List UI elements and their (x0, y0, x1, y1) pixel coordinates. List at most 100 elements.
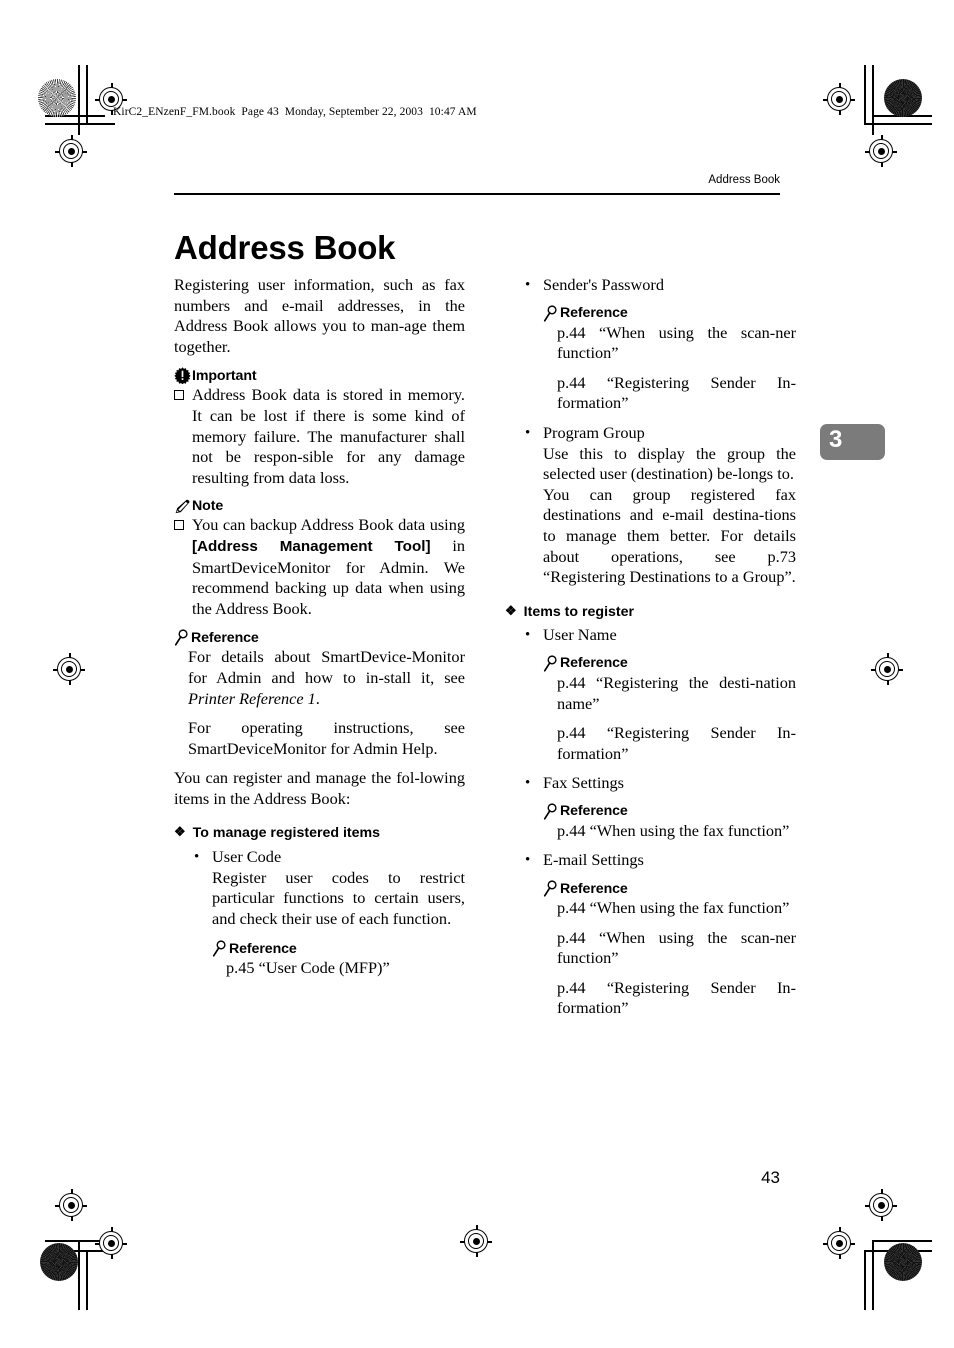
important-heading-label: Important (192, 367, 257, 384)
chapter-tab: 3 (820, 424, 885, 460)
print-density-target-top-left (38, 79, 76, 117)
crop-mark-top-left (45, 65, 125, 145)
reference-magnifier-icon (543, 880, 559, 897)
reference-para-1: For details about SmartDevice-Monitor fo… (188, 647, 465, 709)
nested-reference-user-code: Reference p.45 “User Code (MFP)” (212, 940, 465, 979)
registration-mark-top-right-inner (862, 132, 902, 172)
page-number: 43 (761, 1168, 780, 1187)
reference-heading: Reference (543, 803, 796, 820)
bullet-icon: • (525, 852, 531, 869)
registration-mark-bottom-center (457, 1222, 497, 1262)
print-density-target-bottom-left (40, 1243, 78, 1281)
list-item-title: User Code (212, 847, 282, 867)
reference-heading-label: Reference (560, 655, 628, 672)
reference-entry: p.44 “When using the fax function” (557, 898, 790, 918)
registration-mark-bottom-left (92, 1224, 132, 1264)
note-text-bold: [Address Management Tool] (192, 537, 431, 555)
registration-mark-bottom-right (820, 1224, 860, 1264)
important-heading: Important (174, 367, 465, 385)
important-item-text: Address Book data is stored in memory. I… (192, 385, 465, 487)
list-item: • Program Group Use this to display the … (525, 423, 796, 588)
list-item-title: User Name (543, 625, 617, 645)
crop-mark-bottom-right (850, 1215, 932, 1310)
list-item: • E-mail Settings (525, 850, 796, 871)
reference-para-2: For operating instructions, see SmartDev… (188, 718, 465, 758)
bullet-icon: • (525, 627, 531, 644)
reference-heading: Reference (543, 880, 796, 897)
reference-magnifier-icon (543, 655, 559, 672)
section-heading-items-to-register: ❖ Items to register (505, 602, 796, 623)
list-item-content: User Code Register user codes to restric… (212, 847, 465, 929)
reference-entry: p.44 “Registering the desti-nation name” (557, 672, 796, 713)
list-item: • User Name (525, 625, 796, 646)
reference-magnifier-icon (174, 629, 190, 646)
reference-magnifier-icon (543, 803, 559, 820)
note-item: You can backup Address Book data using [… (174, 515, 465, 619)
registration-mark-right-middle (868, 650, 908, 690)
list-item-content: Program Group Use this to display the gr… (543, 423, 796, 588)
note-text-part1: You can backup Address Book data using (192, 515, 465, 535)
reference-body: For details about SmartDevice-Monitor fo… (188, 647, 465, 759)
note-pencil-icon (174, 499, 191, 514)
reference-heading-label: Reference (560, 880, 628, 897)
print-density-target-bottom-right (884, 1243, 922, 1281)
registration-mark-left-middle (50, 650, 90, 690)
reference-magnifier-icon (543, 305, 559, 322)
nested-reference-email-settings: Reference p.44 “When using the fax funct… (543, 880, 796, 1019)
list-item: • Fax Settings (525, 773, 796, 794)
crop-mark-bottom-left (45, 1215, 125, 1310)
reference-para-1-italic: Printer Reference 1 (188, 688, 316, 708)
reference-entry: p.44 “Registering Sender In-formation” (557, 372, 796, 413)
crop-mark-top-right (850, 65, 932, 145)
reference-entry: p.44 “When using the scan-ner function” (557, 322, 796, 363)
reference-entry: p.44 “Registering Sender In-formation” (557, 723, 796, 763)
section-heading-manage-items: ❖ To manage registered items (174, 823, 465, 844)
reference-heading-label: Reference (191, 629, 259, 646)
list-item-body-2: You can group registered fax destination… (543, 484, 796, 587)
reference-heading: Reference (174, 629, 465, 646)
diamond-bullet-icon: ❖ (505, 602, 517, 618)
right-column: • Sender's Password Reference p.44 “When… (505, 275, 796, 1028)
page-title: Address Book (174, 229, 396, 267)
bullet-icon: • (194, 849, 200, 866)
list-item-title: E-mail Settings (543, 850, 644, 870)
note-heading: Note (174, 498, 465, 514)
reference-heading-label: Reference (560, 803, 628, 820)
nested-reference-user-name: Reference p.44 “Registering the desti-na… (543, 655, 796, 764)
registration-mark-top-left-inner (52, 132, 92, 172)
registration-mark-bottom-right-inner (862, 1186, 902, 1226)
important-starburst-icon (174, 367, 191, 385)
list-item-title: Program Group (543, 422, 645, 442)
bullet-icon: • (525, 277, 531, 293)
list-item-title: Sender's Password (543, 275, 664, 294)
document-page: KirC2_ENzenF_FM.book Page 43 Monday, Sep… (0, 0, 954, 1348)
reference-magnifier-icon (212, 940, 228, 958)
bullet-icon: • (525, 775, 531, 792)
section-heading-manage-items-label: To manage registered items (192, 825, 381, 842)
reference-entry: p.44 “When using the scan-ner function” (557, 927, 796, 968)
nested-reference-fax-settings: Reference p.44 “When using the fax funct… (543, 803, 796, 842)
reference-entry: p.44 “Registering Sender In-formation” (557, 977, 796, 1018)
bullet-icon: • (525, 424, 531, 441)
reference-para-1-post: . (315, 688, 320, 708)
chapter-tab-number: 3 (829, 426, 843, 453)
book-file-header: KirC2_ENzenF_FM.book Page 43 Monday, Sep… (113, 106, 477, 118)
reference-entry: p.45 “User Code (MFP)” (226, 958, 390, 978)
nested-reference-senders-password: Reference p.44 “When using the scan-ner … (543, 305, 796, 414)
reference-heading-label: Reference (560, 305, 628, 322)
list-item-body: Use this to display the group the select… (543, 443, 796, 484)
registration-mark-top-right (820, 80, 860, 120)
header-rule (174, 193, 780, 195)
diamond-bullet-icon: ❖ (174, 824, 186, 840)
important-item: Address Book data is stored in memory. I… (174, 385, 465, 488)
note-item-text: You can backup Address Book data using [… (192, 515, 465, 619)
section-heading-items-to-register-label: Items to register (523, 603, 635, 620)
reference-para-1-pre: For details about SmartDevice-Monitor fo… (188, 647, 465, 687)
closing-paragraph: You can register and manage the fol-lowi… (174, 768, 465, 808)
running-header: Address Book (708, 174, 780, 186)
print-density-target-top-right (884, 79, 922, 117)
checkbox-marker-icon (174, 390, 184, 401)
list-item: • User Code Register user codes to restr… (194, 847, 465, 929)
intro-paragraph: Registering user information, such as fa… (174, 275, 465, 356)
reference-entry: p.44 “When using the fax function” (557, 820, 790, 840)
